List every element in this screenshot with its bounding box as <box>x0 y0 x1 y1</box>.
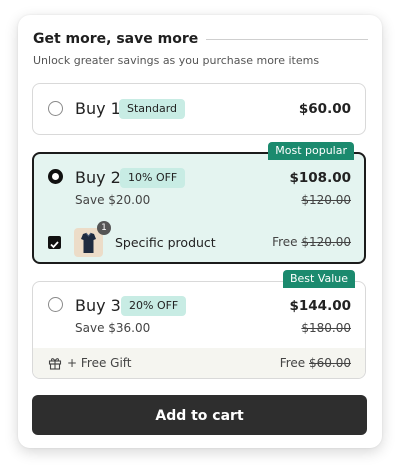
offer-subtitle: Unlock greater savings as you purchase m… <box>33 54 320 67</box>
bundle-option-buy-3[interactable]: Best Value Buy 3 20% OFF $144.00 Save $3… <box>32 270 366 379</box>
option-compare-price: $120.00 <box>301 193 351 207</box>
title-divider <box>206 38 368 40</box>
product-checkbox[interactable] <box>48 236 61 249</box>
option-compare-price: $180.00 <box>301 321 351 335</box>
option-label: Buy 1 <box>75 99 121 118</box>
option-price: $108.00 <box>289 170 352 186</box>
most-popular-tag: Most popular <box>268 142 354 160</box>
bundle-option-buy-2[interactable]: Most popular Buy 2 10% OFF $108.00 Save … <box>32 142 366 264</box>
option-savings: Save $36.00 <box>75 321 151 335</box>
title-row: Get more, save more <box>33 31 368 47</box>
option-savings: Save $20.00 <box>75 193 151 207</box>
gift-icon <box>48 358 62 370</box>
option-pill: 10% OFF <box>120 168 186 188</box>
radio-buy-2[interactable] <box>48 169 63 184</box>
gift-free-label: Free <box>279 356 306 370</box>
option-label: Buy 2 <box>75 168 121 187</box>
option-label: Buy 3 <box>75 296 121 315</box>
option-price: $144.00 <box>289 298 352 314</box>
free-compare-price: $120.00 <box>301 235 351 249</box>
radio-buy-1[interactable] <box>48 101 63 116</box>
product-free-price: Free $120.00 <box>272 235 351 249</box>
offer-title: Get more, save more <box>33 31 199 47</box>
gift-free-price: Free $60.00 <box>280 356 351 370</box>
bundle-offer-card: Get more, save more Unlock greater savin… <box>18 15 382 448</box>
product-name: Specific product <box>115 235 216 250</box>
radio-buy-3[interactable] <box>48 297 63 312</box>
option-pill: 20% OFF <box>121 296 187 316</box>
free-label: Free <box>272 235 298 249</box>
free-gift-row: + Free Gift Free $60.00 <box>33 348 365 378</box>
add-to-cart-button[interactable]: Add to cart <box>32 395 367 435</box>
offer-header: Get more, save more Unlock greater savin… <box>33 31 368 67</box>
best-value-tag: Best Value <box>282 270 355 288</box>
gift-compare-price: $60.00 <box>309 356 351 370</box>
option-pill: Standard <box>119 99 186 119</box>
checkmark-icon <box>50 241 59 249</box>
free-gift-label: + Free Gift <box>67 356 132 370</box>
option-price: $60.00 <box>298 101 351 117</box>
bundle-option-buy-1[interactable]: Buy 1 Standard $60.00 <box>32 83 366 135</box>
quantity-badge: 1 <box>97 221 111 235</box>
